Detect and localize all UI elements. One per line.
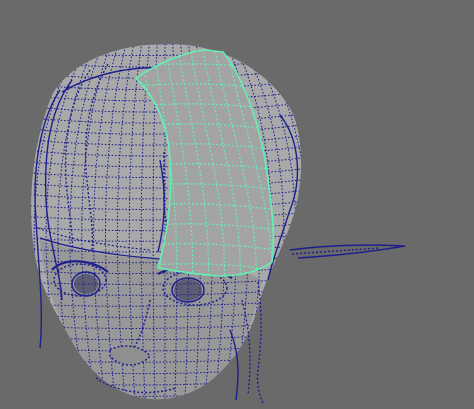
head-grid-parallel bbox=[31, 43, 302, 45]
ear-spike[interactable] bbox=[289, 244, 406, 259]
viewport-3d[interactable] bbox=[0, 0, 474, 409]
head-grid-parallel bbox=[31, 398, 302, 400]
ear-spike-outline bbox=[289, 244, 406, 259]
scene-svg[interactable] bbox=[0, 0, 474, 409]
